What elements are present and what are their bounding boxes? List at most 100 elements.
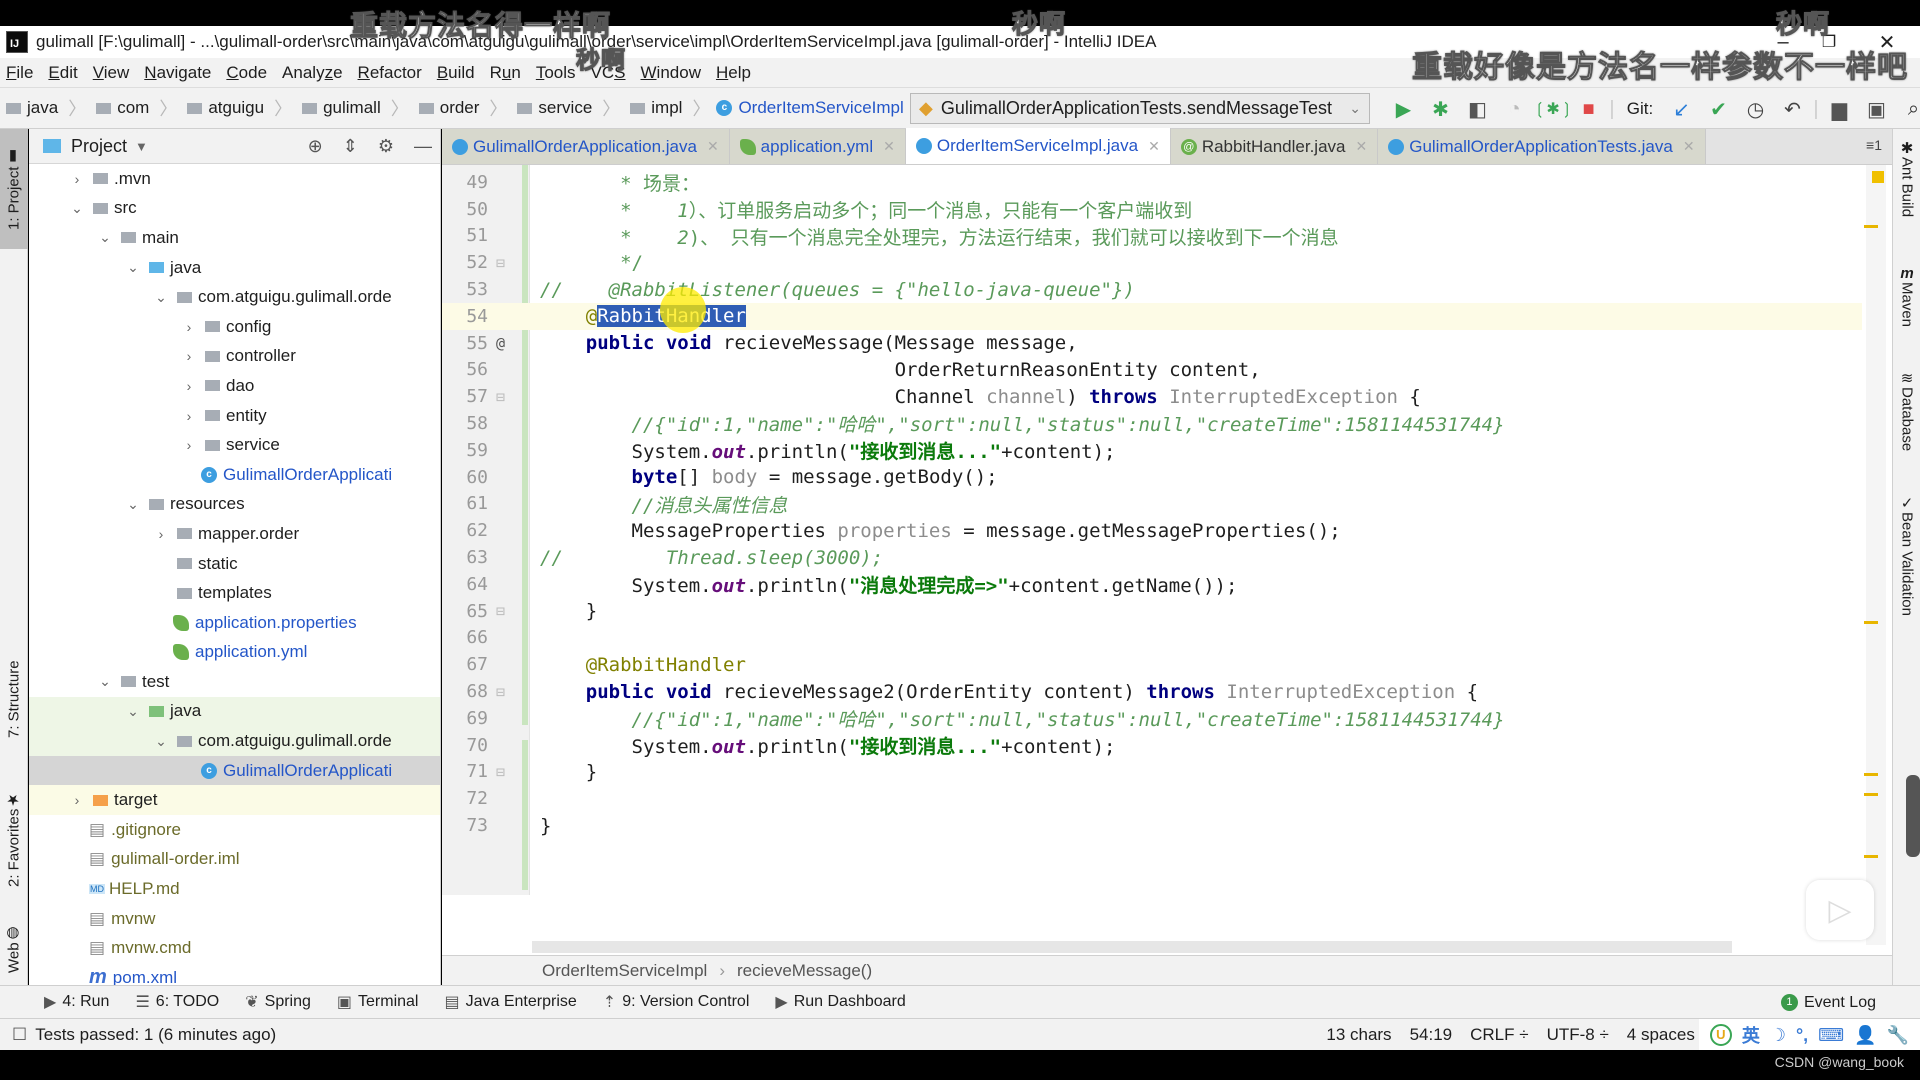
code-line[interactable]: 50 * 1）、订单服务启动多个；同一个消息，只能有一个客户端收到 — [442, 196, 1862, 223]
tree-item[interactable]: c GulimallOrderApplicati — [29, 755, 440, 786]
chevron-down-icon[interactable]: ⌄ — [121, 259, 145, 276]
tree-item[interactable]: ⌄ java — [29, 253, 440, 283]
chevron-down-icon[interactable]: ⌄ — [149, 289, 173, 306]
chevron-right-icon[interactable]: › — [177, 408, 201, 424]
tree-item[interactable]: › config — [29, 312, 440, 342]
fold-icon[interactable]: ⊟ — [496, 683, 530, 701]
encoding-select[interactable]: UTF-8 ÷ — [1547, 1025, 1609, 1045]
code-line[interactable]: 51 * 2)、 只有一个消息完全处理完，方法运行结束，我们就可以接收到下一个消… — [442, 223, 1862, 250]
video-play-button[interactable]: ▷ — [1806, 880, 1874, 940]
code-line[interactable]: 63 // Thread.sleep(3000); — [442, 544, 1862, 571]
ime-icon[interactable]: ⌨ — [1818, 1025, 1844, 1046]
close-tab-icon[interactable]: ✕ — [883, 138, 895, 155]
git-rollback-icon[interactable]: ↶ — [1774, 97, 1811, 122]
editor-tab[interactable]: GulimallOrderApplicationTests.java ✕ — [1378, 129, 1706, 164]
ime-icon[interactable]: 英 — [1742, 1022, 1760, 1048]
tree-item[interactable]: ⌄ com.atguigu.gulimall.orde — [29, 726, 440, 756]
menu-item[interactable]: Run — [490, 63, 521, 83]
fold-icon[interactable]: ⊟ — [496, 388, 530, 406]
error-stripe-mark[interactable] — [1864, 225, 1878, 228]
menu-item[interactable]: Window — [641, 63, 701, 83]
chevron-right-icon[interactable]: › — [65, 171, 89, 187]
tree-item[interactable]: ⌄ java — [29, 696, 440, 727]
menu-item[interactable]: Code — [226, 63, 267, 83]
caret-position[interactable]: 54:19 — [1410, 1025, 1453, 1045]
tree-item[interactable]: › dao — [29, 371, 440, 401]
tool-window-button[interactable]: ☰ 6: TODO — [135, 992, 219, 1012]
tab-overflow-button[interactable]: ≡1 — [1866, 137, 1882, 153]
event-log-button[interactable]: 1 Event Log — [1780, 986, 1876, 1019]
tool-window-button[interactable]: ▶ Run Dashboard — [775, 992, 905, 1012]
code-line[interactable]: 64 System.out.println("消息处理完成=>"+content… — [442, 571, 1862, 598]
editor-tab[interactable]: @ RabbitHandler.java ✕ — [1170, 129, 1379, 164]
indent-select[interactable]: 4 spaces — [1627, 1025, 1695, 1045]
tree-item[interactable]: application.properties — [29, 608, 440, 638]
code-line[interactable]: 68 ⊟ public void recieveMessage2(OrderEnt… — [442, 678, 1862, 705]
ime-icon[interactable]: 👤 — [1854, 1025, 1876, 1046]
tool-tab-ant-build[interactable]: ✱ Ant Build — [1893, 139, 1920, 249]
tree-item[interactable]: m pom.xml — [29, 963, 440, 985]
nav-crumb-class[interactable]: c OrderItemServiceImpl — [716, 98, 904, 118]
menu-item[interactable]: Refactor — [358, 63, 422, 83]
code-line[interactable]: 72 — [442, 785, 1862, 812]
ime-icon[interactable]: 🔧 — [1887, 1025, 1909, 1046]
tool-window-button[interactable]: ▣ Terminal — [337, 992, 419, 1012]
ime-icon[interactable]: °, — [1796, 1025, 1808, 1046]
tool-window-button[interactable]: ❦ Spring — [245, 992, 311, 1012]
menu-item[interactable]: Edit — [48, 63, 77, 83]
tree-item[interactable]: › controller — [29, 342, 440, 372]
code-line[interactable]: 73} — [442, 812, 1862, 839]
tree-item[interactable]: › mapper.order — [29, 519, 440, 549]
override-marker-icon[interactable]: @ — [496, 334, 530, 352]
breadcrumb-method[interactable]: recieveMessage() — [737, 961, 872, 981]
chevron-right-icon[interactable]: › — [149, 526, 173, 542]
tool-tab-bean-validation[interactable]: ✓ Bean Validation — [1893, 494, 1920, 674]
git-commit-icon[interactable]: ✔ — [1700, 97, 1737, 122]
code-line[interactable]: 58 //{"id":1,"name":"哈哈","sort":null,"st… — [442, 410, 1862, 437]
chevron-right-icon[interactable]: › — [177, 437, 201, 453]
tree-item[interactable]: ⌄ src — [29, 194, 440, 224]
locate-icon[interactable]: ⊕ — [308, 136, 323, 157]
error-stripe-mark[interactable] — [1864, 855, 1878, 858]
breadcrumb-class[interactable]: OrderItemServiceImpl — [542, 961, 707, 981]
chevron-down-icon[interactable]: ⌄ — [65, 200, 89, 217]
tree-item[interactable]: static — [29, 549, 440, 579]
presentation-icon[interactable]: ▣ — [1858, 97, 1895, 122]
tree-item[interactable]: › service — [29, 430, 440, 460]
chevron-right-icon[interactable]: › — [177, 319, 201, 335]
tool-window-button[interactable]: ⇡ 9: Version Control — [603, 992, 750, 1012]
chevron-down-icon[interactable]: ⌄ — [149, 733, 173, 750]
tool-tab-maven[interactable]: m Maven — [1893, 265, 1920, 365]
nav-crumb[interactable]: java — [2, 98, 58, 118]
tool-window-button[interactable]: ▶ 4: Run — [44, 992, 109, 1012]
collapse-all-icon[interactable]: ⇕ — [343, 136, 358, 157]
menu-item[interactable]: Tools — [536, 63, 576, 83]
code-line[interactable]: 66 — [442, 625, 1862, 652]
tool-tab-database[interactable]: ≋ Database — [1893, 369, 1920, 489]
code-line[interactable]: 53 // @RabbitListener(queues = {"hello-ja… — [442, 276, 1862, 303]
tool-tab-web[interactable]: Web ◍ — [0, 914, 28, 984]
code-line[interactable]: 56 OrderReturnReasonEntity content, — [442, 357, 1862, 384]
code-line[interactable]: 52 ⊟ */ — [442, 249, 1862, 276]
menu-item[interactable]: Analyze — [282, 63, 343, 83]
git-history-icon[interactable]: ◷ — [1737, 97, 1774, 122]
project-structure-icon[interactable]: ▆ — [1821, 97, 1858, 122]
tree-item[interactable]: › target — [29, 785, 440, 816]
nav-crumb[interactable]: gulimall — [298, 98, 381, 118]
editor-tab[interactable]: OrderItemServiceImpl.java ✕ — [905, 128, 1171, 164]
search-icon[interactable]: ⌕ — [1895, 98, 1920, 121]
caret-down-icon[interactable]: ▼ — [135, 139, 148, 154]
fold-icon[interactable]: ⊟ — [496, 602, 530, 620]
editor-tab[interactable]: application.yml ✕ — [729, 129, 906, 164]
error-stripe-mark[interactable] — [1864, 773, 1878, 776]
code-line[interactable]: 57 ⊟ Channel channel) throws InterruptedE… — [442, 383, 1862, 410]
fold-icon[interactable]: ⊟ — [496, 763, 530, 781]
fold-icon[interactable]: ⊟ — [496, 254, 530, 272]
tool-tab-structure[interactable]: 7: Structure — [0, 634, 28, 764]
error-stripe-mark[interactable] — [1864, 793, 1878, 796]
ime-icon[interactable]: U — [1709, 1024, 1732, 1046]
ime-icon[interactable]: ☽ — [1770, 1025, 1786, 1046]
menu-item[interactable]: Navigate — [144, 63, 211, 83]
code-line[interactable]: 54 @RabbitHandler — [442, 303, 1862, 330]
chevron-right-icon[interactable]: › — [177, 348, 201, 364]
